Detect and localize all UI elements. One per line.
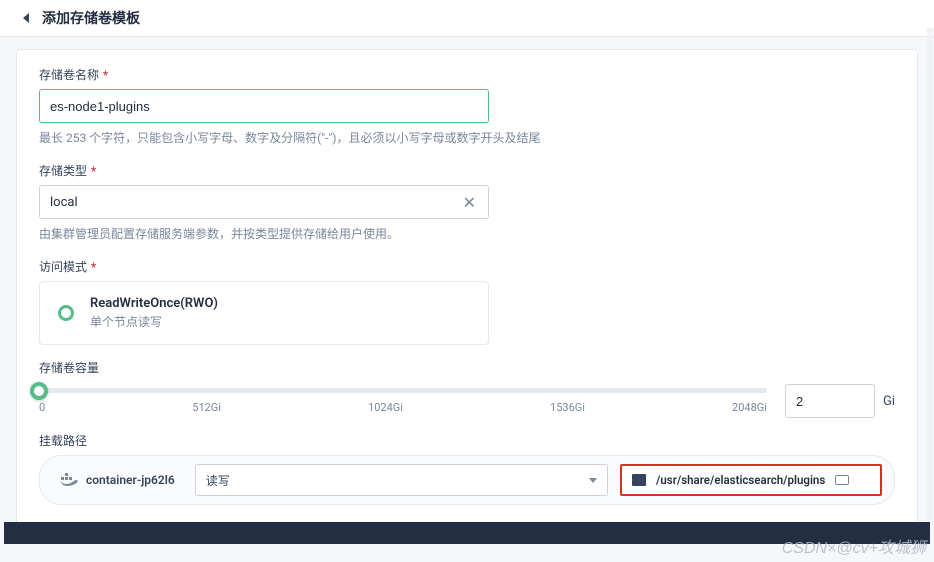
field-capacity: 存储卷容量 0 512Gi 1024Gi 1536Gi 2048Gi Gi [39,359,895,418]
name-help: 最长 253 个字符，只能包含小写字母、数字及分隔符("-")，且必须以小写字母… [39,129,895,148]
capacity-input[interactable] [785,384,875,418]
required-mark: * [103,68,108,82]
access-mode-option[interactable]: ReadWriteOnce(RWO) 单个节点读写 [39,281,489,345]
back-icon[interactable] [20,11,34,25]
storage-type-select[interactable]: local ✕ [39,185,489,219]
folder-icon [632,474,646,486]
field-mount: 挂载路径 container-jp62l6 读写 /usr/share/elas… [39,432,895,505]
slider-thumb[interactable] [30,382,48,400]
field-name: 存储卷名称* 最长 253 个字符，只能包含小写字母、数字及分隔符("-")，且… [39,66,895,148]
mount-path-input[interactable]: /usr/share/elasticsearch/plugins [620,464,882,496]
subpath-icon [835,475,849,485]
form-card: 存储卷名称* 最长 253 个字符，只能包含小写字母、数字及分隔符("-")，且… [16,49,918,530]
volume-name-input[interactable] [39,89,489,123]
field-access: 访问模式* ReadWriteOnce(RWO) 单个节点读写 [39,258,895,345]
mount-mode-select[interactable]: 读写 [195,464,608,496]
type-help: 由集群管理员配置存储服务端参数，并按类型提供存储给用户使用。 [39,225,895,244]
capacity-slider[interactable]: 0 512Gi 1024Gi 1536Gi 2048Gi [39,388,767,414]
mount-row: container-jp62l6 读写 /usr/share/elasticse… [39,455,895,505]
clear-type-icon[interactable]: ✕ [461,193,478,212]
docker-icon [60,473,78,487]
watermark: CSDN×@cv+攻城狮 [782,534,926,558]
radio-selected-icon [58,305,74,321]
container-chip: container-jp62l6 [52,473,183,487]
scrollbar[interactable] [927,28,933,522]
page-title: 添加存储卷模板 [42,8,140,28]
field-type: 存储类型* local ✕ 由集群管理员配置存储服务端参数，并按类型提供存储给用… [39,162,895,244]
chevron-down-icon [589,478,597,483]
page-header: 添加存储卷模板 [0,0,934,37]
